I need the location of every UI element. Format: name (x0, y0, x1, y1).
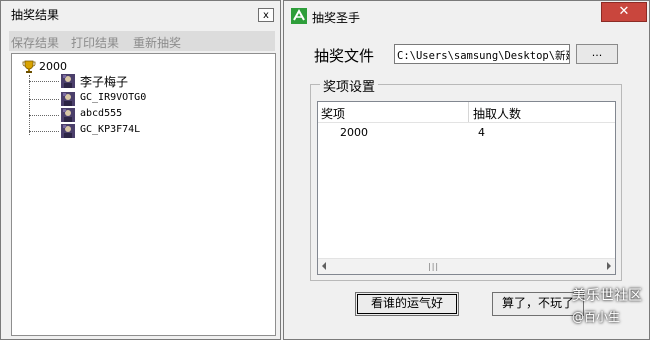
results-title-bar: 抽奖结果 x (1, 1, 280, 25)
column-header-prize[interactable]: 奖项 (321, 105, 345, 122)
tree-node-label: GC_KP3F74L (80, 124, 141, 135)
scroll-right-icon[interactable] (607, 262, 611, 270)
menu-save-results[interactable]: 保存结果 (11, 34, 59, 51)
results-window: 抽奖结果 x 保存结果 打印结果 重新抽奖 2000 李子梅子 GC_IR9VO… (0, 0, 281, 340)
tree-connector (29, 75, 30, 135)
file-label: 抽奖文件 (314, 47, 375, 65)
app-logo-icon (291, 8, 307, 24)
prize-list-row[interactable]: 2000 4 (318, 123, 615, 141)
menu-print-results[interactable]: 打印结果 (71, 34, 119, 51)
prize-list-header: 奖项 抽取人数 (318, 102, 615, 123)
prize-settings-title: 奖项设置 (320, 76, 379, 95)
watermark-line1: 美乐世社区 (572, 288, 642, 304)
watermark: 美乐世社区 @百小生 (572, 285, 642, 325)
scroll-grip-icon[interactable]: ||| (428, 262, 439, 271)
results-window-title: 抽奖结果 (11, 8, 60, 22)
cell-prize: 2000 (340, 126, 368, 139)
cell-count: 4 (478, 126, 485, 139)
results-menu-bar: 保存结果 打印结果 重新抽奖 (9, 31, 275, 51)
draw-button[interactable]: 看谁的运气好 (355, 292, 459, 316)
person-icon (61, 74, 75, 88)
results-close-button[interactable]: x (258, 8, 274, 22)
tree-node-label: GC_IR9VOTG0 (80, 92, 147, 103)
tree-node-label: 李子梅子 (80, 75, 129, 89)
browse-button[interactable]: ... (576, 44, 618, 64)
watermark-line2: @百小生 (572, 310, 621, 324)
person-icon (61, 92, 75, 106)
horizontal-scrollbar[interactable]: ||| (318, 258, 615, 274)
prize-list[interactable]: 奖项 抽取人数 2000 4 ||| (317, 101, 616, 275)
quit-button[interactable]: 算了，不玩了 (492, 292, 584, 316)
tree-node-label: abcd555 (80, 108, 123, 119)
results-tree[interactable]: 2000 李子梅子 GC_IR9VOTG0 abcd555 GC_KP3F74L (11, 53, 276, 336)
main-close-button[interactable]: ✕ (601, 2, 647, 22)
main-title-bar: 抽奖圣手 ✕ (284, 1, 649, 29)
tree-root-label: 2000 (39, 60, 67, 73)
person-icon (61, 124, 75, 138)
trophy-icon (22, 60, 36, 73)
main-window-title: 抽奖圣手 (312, 11, 361, 25)
column-header-count[interactable]: 抽取人数 (473, 105, 521, 122)
scroll-left-icon[interactable] (322, 262, 326, 270)
menu-redraw[interactable]: 重新抽奖 (133, 34, 181, 51)
person-icon (61, 108, 75, 122)
file-path-field[interactable]: C:\Users\samsung\Desktop\新建 (394, 44, 570, 64)
